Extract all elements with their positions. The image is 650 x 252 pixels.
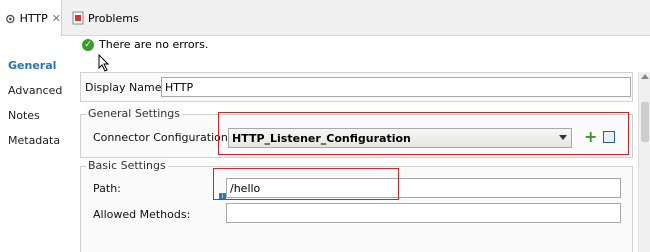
check-icon: ✓ bbox=[82, 38, 94, 51]
sidebar-item-metadata[interactable]: Metadata bbox=[8, 134, 60, 147]
properties-editor: ✓ There are no errors. Display Name: HTT… bbox=[76, 36, 650, 252]
path-highlight-box bbox=[213, 168, 399, 200]
scroll-up-arrow-icon[interactable] bbox=[641, 74, 649, 79]
status-message: There are no errors. bbox=[99, 38, 209, 51]
mouse-cursor-icon bbox=[98, 54, 110, 72]
tab-problems[interactable]: Problems bbox=[72, 0, 139, 36]
allowed-methods-label: Allowed Methods: bbox=[93, 208, 191, 221]
sidebar-item-advanced[interactable]: Advanced bbox=[8, 84, 62, 97]
scrollbar-thumb[interactable] bbox=[641, 102, 649, 142]
display-name-label: Display Name: bbox=[85, 81, 166, 94]
allowed-methods-input[interactable] bbox=[226, 203, 621, 223]
tab-http[interactable]: HTTP ✕ bbox=[0, 0, 62, 37]
tab-http-label: HTTP bbox=[19, 12, 48, 25]
sidebar-item-general[interactable]: General bbox=[8, 59, 56, 72]
display-name-input[interactable]: HTTP bbox=[161, 77, 631, 97]
basic-settings-title: Basic Settings bbox=[86, 159, 168, 172]
validation-status: ✓ There are no errors. bbox=[82, 38, 208, 51]
tab-problems-label: Problems bbox=[88, 11, 139, 25]
vertical-scrollbar[interactable] bbox=[638, 72, 650, 252]
sidebar-item-notes[interactable]: Notes bbox=[8, 109, 40, 122]
sidebar: General Advanced Notes Metadata bbox=[0, 36, 76, 252]
connector-configuration-label: Connector Configuration: bbox=[93, 131, 232, 144]
http-connector-icon bbox=[6, 14, 15, 23]
general-settings-title: General Settings bbox=[86, 107, 182, 120]
display-name-section: Display Name: HTTP bbox=[80, 72, 633, 102]
close-icon[interactable]: ✕ bbox=[52, 12, 61, 25]
path-label: Path: bbox=[93, 182, 121, 195]
problems-icon bbox=[72, 11, 84, 25]
editor-tab-bar: HTTP ✕ Problems bbox=[0, 0, 650, 37]
connector-highlight-box bbox=[218, 112, 629, 155]
